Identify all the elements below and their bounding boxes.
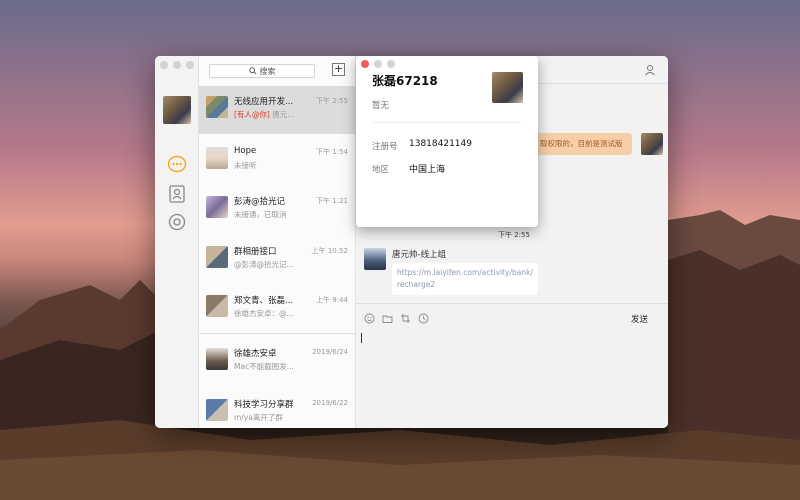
popup-close-button[interactable] — [361, 60, 369, 68]
conversation-name: 无线应用开发... — [234, 97, 294, 107]
profile-divider — [372, 122, 522, 123]
my-message-avatar[interactable] — [641, 133, 663, 155]
contact-avatar — [206, 196, 228, 218]
sender-name: 唐元帅-线上组 — [392, 250, 447, 260]
profile-avatar[interactable] — [492, 72, 523, 103]
contacts-icon[interactable] — [167, 184, 187, 204]
settings-gear-icon[interactable] — [167, 212, 187, 232]
minimize-button[interactable] — [173, 61, 181, 69]
sidebar — [155, 56, 199, 428]
sender-avatar[interactable] — [364, 248, 386, 270]
popup-zoom-button[interactable] — [387, 60, 395, 68]
conversation-preview: Mac不能截图发... — [234, 362, 294, 371]
conversation-preview: 未接通，已取消 — [234, 210, 287, 219]
conversation-preview: [有人@你] 唐元... — [234, 109, 334, 120]
input-divider — [356, 303, 668, 304]
my-avatar[interactable] — [163, 96, 191, 124]
contact-avatar — [206, 348, 228, 370]
conversation-name: 群相册接口 — [234, 247, 277, 257]
search-icon — [248, 67, 257, 75]
add-chat-button[interactable]: + — [332, 63, 345, 76]
conversation-time: 下午 1:54 — [316, 148, 348, 156]
conversation-name: Hope — [234, 146, 257, 156]
chat-bubble-icon[interactable] — [167, 154, 187, 174]
group-avatar — [206, 399, 228, 421]
emoji-icon[interactable] — [364, 313, 375, 324]
reg-number-value: 13818421149 — [409, 139, 472, 149]
contact-avatar — [206, 147, 228, 169]
profile-name: 张磊67218 — [372, 74, 438, 88]
send-button[interactable]: 发送 — [631, 313, 648, 325]
conversation-time: 上午 10:52 — [311, 247, 348, 255]
chat-members-icon[interactable] — [644, 64, 656, 76]
group-avatar — [206, 295, 228, 317]
conversation-item[interactable]: 科技学习分享群 2019/6/22 m/ya离开了群 — [199, 389, 356, 428]
conversation-time: 2019/6/22 — [312, 399, 348, 407]
window-controls — [160, 61, 194, 69]
group-avatar — [206, 96, 228, 118]
message-input-cursor[interactable] — [361, 333, 362, 343]
close-button[interactable] — [160, 61, 168, 69]
conversation-time: 上午 9:44 — [316, 296, 348, 304]
conversation-item[interactable]: 徐雄杰安卓 2019/6/24 Mac不能截图发... — [199, 338, 356, 386]
conversation-time: 下午 1:21 — [316, 197, 348, 205]
message-bubble[interactable]: 取权限的，目前是测试版 — [536, 133, 632, 155]
conversation-time: 下午 2:55 — [316, 97, 348, 105]
mention-tag: [有人@你] — [234, 110, 270, 119]
region-label: 地区 — [372, 165, 390, 175]
screenshot-icon[interactable] — [400, 313, 411, 324]
search-placeholder: 搜索 — [259, 66, 276, 76]
group-avatar — [206, 246, 228, 268]
message-timestamp: 下午 2:55 — [498, 231, 530, 239]
conversation-name: 郑文青、张磊... — [234, 296, 294, 306]
list-divider — [199, 333, 356, 334]
conversation-preview: 徐雄杰安卓：@... — [234, 309, 294, 318]
conversation-item[interactable]: 无线应用开发... 下午 2:55 [有人@你] 唐元... — [199, 86, 356, 134]
popup-minimize-button[interactable] — [374, 60, 382, 68]
conversation-time: 2019/6/24 — [312, 348, 348, 356]
conversation-name: 彭涛@拾光记 — [234, 197, 286, 207]
zoom-button[interactable] — [186, 61, 194, 69]
conversation-list: 搜索 + 无线应用开发... 下午 2:55 [有人@你] 唐元... Hope… — [199, 56, 356, 428]
conversation-item[interactable]: Hope 下午 1:54 未接听 — [199, 137, 356, 185]
conversation-preview: 未接听 — [234, 161, 257, 170]
popup-window-controls — [361, 60, 395, 68]
region-value: 中国上海 — [409, 165, 446, 175]
conversation-item[interactable]: 郑文青、张磊... 上午 9:44 徐雄杰安卓：@... — [199, 285, 356, 333]
conversation-name: 科技学习分享群 — [234, 400, 294, 410]
history-clock-icon[interactable] — [418, 313, 429, 324]
link-message[interactable]: https://m.laiyifen.com/activity/bank/rec… — [392, 263, 538, 295]
profile-card-popup: 张磊67218 暂无 注册号 13818421149 地区 中国上海 — [356, 56, 538, 227]
conversation-name: 徐雄杰安卓 — [234, 349, 277, 359]
conversation-preview: @彭涛@拾光记... — [234, 260, 294, 269]
conversation-item[interactable]: 群相册接口 上午 10:52 @彭涛@拾光记... — [199, 236, 356, 284]
preview-text: 唐元... — [272, 110, 295, 119]
conversation-item[interactable]: 彭涛@拾光记 下午 1:21 未接通，已取消 — [199, 186, 356, 234]
folder-icon[interactable] — [382, 313, 393, 324]
profile-signature: 暂无 — [372, 101, 390, 111]
search-box[interactable]: 搜索 — [209, 64, 315, 78]
conversation-preview: m/ya离开了群 — [234, 413, 283, 422]
reg-number-label: 注册号 — [372, 142, 398, 152]
